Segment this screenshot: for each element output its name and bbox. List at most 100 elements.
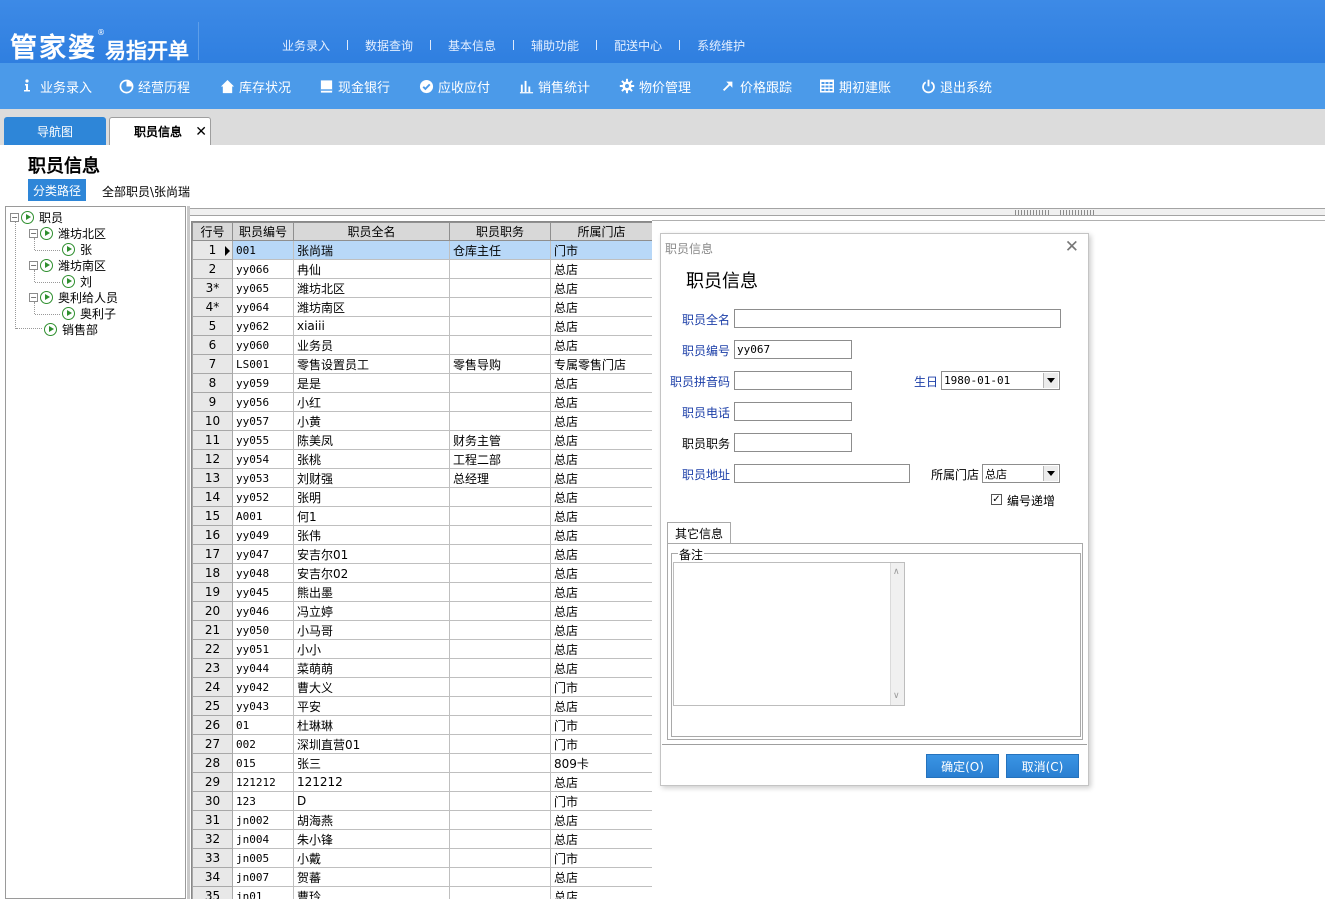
duty-cell[interactable] — [449, 677, 551, 697]
row-number-cell[interactable]: 17 — [192, 544, 233, 564]
staff-code-cell[interactable]: jn007 — [232, 867, 294, 887]
table-row[interactable]: 20 yy046 冯立婷 总店 — [192, 601, 652, 621]
store-cell[interactable]: 总店 — [550, 639, 652, 659]
staff-code-cell[interactable]: 123 — [232, 791, 294, 811]
duty-cell[interactable] — [449, 715, 551, 735]
full-name-cell[interactable]: 何1 — [293, 506, 450, 526]
full-name-cell[interactable]: 潍坊北区 — [293, 278, 450, 298]
table-row[interactable]: 29 121212 121212 总店 — [192, 772, 652, 792]
staff-code-cell[interactable]: yy048 — [232, 563, 294, 583]
store-cell[interactable]: 总店 — [550, 563, 652, 583]
staff-code-cell[interactable]: 015 — [232, 753, 294, 773]
row-number-cell[interactable]: 4* — [192, 297, 233, 317]
table-row[interactable]: 15 A001 何1 总店 — [192, 506, 652, 526]
table-row[interactable]: 12 yy054 张桃 工程二部 总店 — [192, 449, 652, 469]
duty-cell[interactable] — [449, 772, 551, 792]
store-cell[interactable]: 总店 — [550, 297, 652, 317]
duty-cell[interactable]: 总经理 — [449, 468, 551, 488]
staff-code-cell[interactable]: yy043 — [232, 696, 294, 716]
store-cell[interactable]: 总店 — [550, 506, 652, 526]
store-cell[interactable]: 总店 — [550, 601, 652, 621]
store-cell[interactable]: 总店 — [550, 525, 652, 545]
duty-cell[interactable] — [449, 316, 551, 336]
row-number-cell[interactable]: 18 — [192, 563, 233, 583]
staff-code-cell[interactable]: LS001 — [232, 354, 294, 374]
store-cell[interactable]: 总店 — [550, 810, 652, 830]
column-header-staff-code[interactable]: 职员编号 — [232, 222, 294, 241]
full-name-cell[interactable]: 小小 — [293, 639, 450, 659]
row-number-cell[interactable]: 35 — [192, 886, 233, 899]
topnav-auxiliary[interactable]: 辅助功能 — [531, 37, 579, 54]
table-row[interactable]: 14 yy052 张明 总店 — [192, 487, 652, 507]
table-row[interactable]: 13 yy053 刘财强 总经理 总店 — [192, 468, 652, 488]
row-number-cell[interactable]: 19 — [192, 582, 233, 602]
tab-navigation-map[interactable]: 导航图 — [4, 117, 106, 145]
staff-code-cell[interactable]: 001 — [232, 240, 294, 260]
full-name-cell[interactable]: 曹玲 — [293, 886, 450, 899]
full-name-input[interactable] — [734, 309, 1061, 328]
row-number-cell[interactable]: 15 — [192, 506, 233, 526]
row-number-cell[interactable]: 6 — [192, 335, 233, 355]
duty-cell[interactable] — [449, 278, 551, 298]
store-cell[interactable]: 总店 — [550, 316, 652, 336]
tree-node-weifang-north[interactable]: − 潍坊北区 — [29, 225, 106, 241]
store-cell[interactable]: 总店 — [550, 335, 652, 355]
full-name-cell[interactable]: 贺蕃 — [293, 867, 450, 887]
table-row[interactable]: 16 yy049 张伟 总店 — [192, 525, 652, 545]
staff-code-input[interactable]: yy067 — [734, 340, 852, 359]
row-number-cell[interactable]: 20 — [192, 601, 233, 621]
duty-input[interactable] — [734, 433, 852, 452]
duty-cell[interactable] — [449, 658, 551, 678]
chevron-down-icon[interactable] — [1043, 373, 1058, 388]
table-row[interactable]: 6 yy060 业务员 总店 — [192, 335, 652, 355]
vertical-splitter[interactable] — [187, 206, 190, 899]
staff-code-cell[interactable]: jn002 — [232, 810, 294, 830]
topnav-system[interactable]: 系统维护 — [697, 37, 745, 54]
store-cell[interactable]: 总店 — [550, 829, 652, 849]
full-name-cell[interactable]: 安吉尔02 — [293, 563, 450, 583]
cancel-button[interactable]: 取消(C) — [1006, 754, 1079, 778]
store-cell[interactable]: 总店 — [550, 487, 652, 507]
staff-code-cell[interactable]: yy045 — [232, 582, 294, 602]
full-name-cell[interactable]: 业务员 — [293, 335, 450, 355]
full-name-cell[interactable]: 陈美凤 — [293, 430, 450, 450]
table-row[interactable]: 35 jn01 曹玲 总店 — [192, 886, 652, 899]
full-name-cell[interactable]: 曹大义 — [293, 677, 450, 697]
full-name-cell[interactable]: 张桃 — [293, 449, 450, 469]
toolbar-cash-bank[interactable]: 现金银行 — [318, 63, 390, 109]
staff-code-cell[interactable]: jn01 — [232, 886, 294, 899]
table-row[interactable]: 31 jn002 胡海燕 总店 — [192, 810, 652, 830]
duty-cell[interactable] — [449, 753, 551, 773]
full-name-cell[interactable]: 冉仙 — [293, 259, 450, 279]
full-name-cell[interactable]: 小戴 — [293, 848, 450, 868]
staff-code-cell[interactable]: yy056 — [232, 392, 294, 412]
memo-scrollbar[interactable]: ∧ ∨ — [890, 563, 904, 705]
full-name-cell[interactable]: 小马哥 — [293, 620, 450, 640]
store-cell[interactable]: 总店 — [550, 620, 652, 640]
topnav-business-entry[interactable]: 业务录入 — [282, 37, 330, 54]
table-row[interactable]: 28 015 张三 809卡 — [192, 753, 652, 773]
collapse-icon[interactable]: − — [29, 292, 38, 302]
toolbar-price-management[interactable]: 物价管理 — [619, 63, 691, 109]
collapse-icon[interactable]: − — [29, 260, 38, 270]
duty-cell[interactable] — [449, 620, 551, 640]
row-number-cell[interactable]: 29 — [192, 772, 233, 792]
column-header-full-name[interactable]: 职员全名 — [293, 222, 450, 241]
duty-cell[interactable] — [449, 734, 551, 754]
store-cell[interactable]: 门市 — [550, 715, 652, 735]
full-name-cell[interactable]: 朱小锋 — [293, 829, 450, 849]
duty-cell[interactable] — [449, 582, 551, 602]
row-number-cell[interactable]: 31 — [192, 810, 233, 830]
full-name-cell[interactable]: 小黄 — [293, 411, 450, 431]
close-icon[interactable]: ✕ — [195, 124, 207, 140]
staff-code-cell[interactable]: yy052 — [232, 487, 294, 507]
table-row[interactable]: 26 01 杜琳琳 门市 — [192, 715, 652, 735]
store-cell[interactable]: 总店 — [550, 259, 652, 279]
table-row[interactable]: 7 LS001 零售设置员工 零售导购 专属零售门店 — [192, 354, 652, 374]
staff-code-cell[interactable]: 002 — [232, 734, 294, 754]
toolbar-business-history[interactable]: 经营历程 — [118, 63, 190, 109]
scroll-up-icon[interactable]: ∧ — [893, 567, 900, 577]
table-row[interactable]: 23 yy044 菜萌萌 总店 — [192, 658, 652, 678]
full-name-cell[interactable]: 潍坊南区 — [293, 297, 450, 317]
staff-code-cell[interactable]: yy054 — [232, 449, 294, 469]
